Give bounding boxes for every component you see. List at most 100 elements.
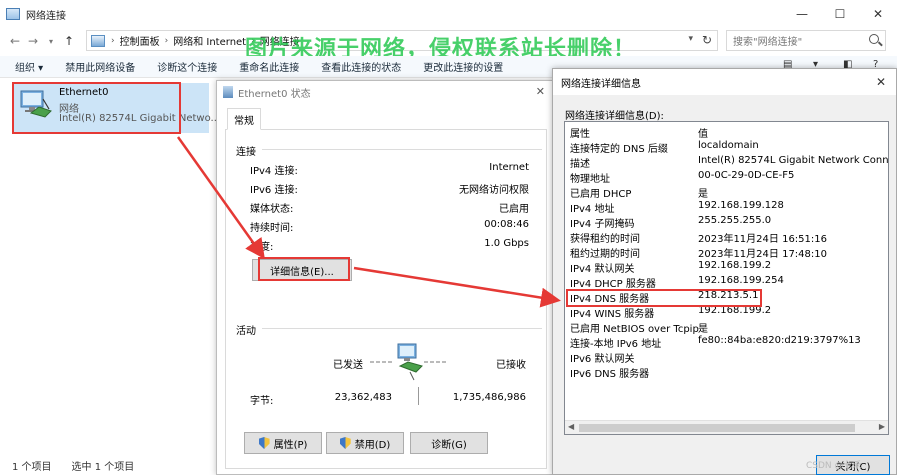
bytes-sent-value: 23,362,483: [334, 392, 392, 403]
status-dialog-title: Ethernet0 状态: [238, 88, 311, 100]
horizontal-scrollbar[interactable]: ◀ ▶: [565, 420, 888, 434]
list-item[interactable]: 描述 Intel(R) 82574L Gigabit Network Connec…: [565, 154, 889, 170]
network-folder-icon: [6, 8, 20, 20]
row-property: 物理地址: [570, 174, 610, 185]
forward-arrow-icon[interactable]: →: [24, 34, 42, 48]
ipv6-connectivity-value: 无网络访问权限: [459, 185, 529, 196]
control-panel-icon: [91, 34, 105, 47]
details-header-row: 属性 值: [565, 124, 888, 140]
recent-locations-icon[interactable]: ▾: [42, 37, 60, 46]
view-status-button[interactable]: 查看此连接的状态: [321, 59, 401, 74]
scroll-right-icon[interactable]: ▶: [879, 422, 885, 431]
row-property: IPv4 WINS 服务器: [570, 309, 655, 320]
list-item[interactable]: IPv4 地址 192.168.199.128: [565, 199, 888, 215]
properties-button[interactable]: 属性(P): [244, 432, 322, 454]
tab-general[interactable]: 常规: [227, 108, 261, 130]
row-property: IPv4 DHCP 服务器: [570, 279, 656, 290]
status-bar: 1 个项目 选中 1 个项目: [0, 456, 220, 475]
title-bar: 网络连接 — ☐ ✕: [0, 0, 897, 28]
change-settings-button[interactable]: 更改此连接的设置: [423, 59, 503, 74]
annotation-box-adapter: [12, 82, 181, 134]
disable-button-label: 禁用(D): [354, 439, 391, 451]
diagnose-button[interactable]: 诊断(G): [410, 432, 488, 454]
chevron-right-icon: ›: [111, 35, 115, 46]
back-arrow-icon[interactable]: ←: [6, 34, 24, 48]
sent-label: 已发送: [333, 360, 363, 371]
duration-value: 00:08:46: [484, 219, 529, 230]
list-item[interactable]: 已启用 NetBIOS over Tcpip 是: [565, 319, 888, 335]
list-item[interactable]: 租约过期的时间 2023年11月24日 17:48:10: [565, 244, 888, 260]
list-item[interactable]: IPv6 默认网关: [565, 349, 888, 365]
chevron-right-icon: ›: [164, 35, 169, 46]
window-title: 网络连接: [26, 10, 66, 22]
list-item[interactable]: 连接-本地 IPv6 地址 fe80::84ba:e820:d219:3797%1…: [565, 334, 888, 350]
disable-button[interactable]: 禁用(D): [326, 432, 404, 454]
row-value: fe80::84ba:e820:d219:3797%13: [698, 335, 861, 346]
shield-icon: [339, 437, 351, 449]
row-value: Intel(R) 82574L Gigabit Network Connect: [698, 155, 889, 166]
chevron-down-icon[interactable]: ▾: [688, 34, 693, 44]
disable-device-button[interactable]: 禁用此网络设备: [65, 59, 135, 74]
media-state-label: 媒体状态:: [250, 204, 294, 215]
scrollbar-thumb[interactable]: [579, 424, 855, 432]
row-property: 连接-本地 IPv6 地址: [570, 339, 662, 350]
list-item[interactable]: IPv4 子网掩码 255.255.255.0: [565, 214, 888, 230]
rename-connection-button[interactable]: 重命名此连接: [239, 59, 299, 74]
row-value: 192.168.199.254: [698, 275, 784, 286]
close-button[interactable]: ✕: [859, 0, 897, 28]
diagnose-connection-button[interactable]: 诊断这个连接: [157, 59, 217, 74]
row-property: IPv4 子网掩码: [570, 219, 635, 230]
row-property: IPv4 地址: [570, 204, 615, 215]
close-icon[interactable]: ✕: [876, 75, 886, 89]
details-dialog-titlebar: 网络连接详细信息 ✕: [553, 69, 896, 95]
row-value: 是: [698, 189, 708, 200]
search-input[interactable]: 搜索"网络连接": [726, 30, 886, 51]
list-item[interactable]: 获得租约的时间 2023年11月24日 16:51:16: [565, 229, 888, 245]
scroll-left-icon[interactable]: ◀: [568, 422, 574, 431]
row-property: IPv6 DNS 服务器: [570, 369, 650, 380]
list-item[interactable]: IPv4 默认网关 192.168.199.2: [565, 259, 888, 275]
speed-value: 1.0 Gbps: [484, 238, 529, 249]
row-value: 是: [698, 324, 708, 335]
row-value: 192.168.199.128: [698, 200, 784, 211]
search-icon: [869, 34, 879, 44]
row-property: 已启用 NetBIOS over Tcpip: [570, 324, 699, 335]
bytes-received-value: 1,735,486,986: [452, 392, 526, 403]
close-icon[interactable]: ✕: [536, 85, 545, 98]
row-property: 租约过期的时间: [570, 249, 640, 260]
list-item[interactable]: IPv4 DHCP 服务器 192.168.199.254: [565, 274, 888, 290]
row-property: 连接特定的 DNS 后缀: [570, 144, 668, 155]
refresh-icon[interactable]: ↻: [702, 33, 712, 47]
properties-button-label: 属性(P): [273, 439, 308, 451]
ipv4-connectivity-value: Internet: [489, 162, 529, 173]
maximize-button[interactable]: ☐: [821, 0, 859, 28]
search-placeholder: 搜索"网络连接": [733, 37, 803, 48]
row-value: 00-0C-29-0D-CE-F5: [698, 170, 795, 181]
minimize-button[interactable]: —: [783, 0, 821, 28]
ipv6-connectivity-label: IPv6 连接:: [250, 185, 298, 196]
list-item[interactable]: 物理地址 00-0C-29-0D-CE-F5: [565, 169, 888, 185]
group-divider: [262, 328, 542, 329]
list-item[interactable]: 已启用 DHCP 是: [565, 184, 888, 200]
organize-menu[interactable]: 组织 ▾: [15, 59, 43, 74]
group-divider: [262, 149, 542, 150]
details-list-label: 网络连接详细信息(D):: [565, 111, 664, 122]
row-value: 192.168.199.2: [698, 260, 772, 271]
row-property: 描述: [570, 159, 590, 170]
list-item[interactable]: 连接特定的 DNS 后缀 localdomain: [565, 139, 888, 155]
annotation-box-dns: [566, 289, 762, 307]
breadcrumb-control-panel[interactable]: 控制面板: [120, 33, 160, 48]
up-arrow-icon[interactable]: ↑: [60, 34, 78, 48]
received-label: 已接收: [496, 360, 526, 371]
column-header-value: 值: [698, 129, 708, 140]
item-count: 1 个项目: [12, 462, 52, 473]
list-item[interactable]: IPv6 DNS 服务器: [565, 364, 888, 380]
breadcrumb-network-internet[interactable]: 网络和 Internet: [173, 33, 246, 48]
annotation-box-details: [258, 257, 350, 281]
details-list[interactable]: 属性 值 连接特定的 DNS 后缀 localdomain 描述 Intel(R) 8…: [564, 121, 889, 435]
row-value: 2023年11月24日 17:48:10: [698, 249, 827, 260]
source-watermark: CSDN @七禾: [806, 461, 862, 471]
row-property: IPv4 默认网关: [570, 264, 635, 275]
bytes-label: 字节:: [250, 396, 274, 407]
status-dialog-titlebar: Ethernet0 状态 ✕: [217, 81, 553, 103]
